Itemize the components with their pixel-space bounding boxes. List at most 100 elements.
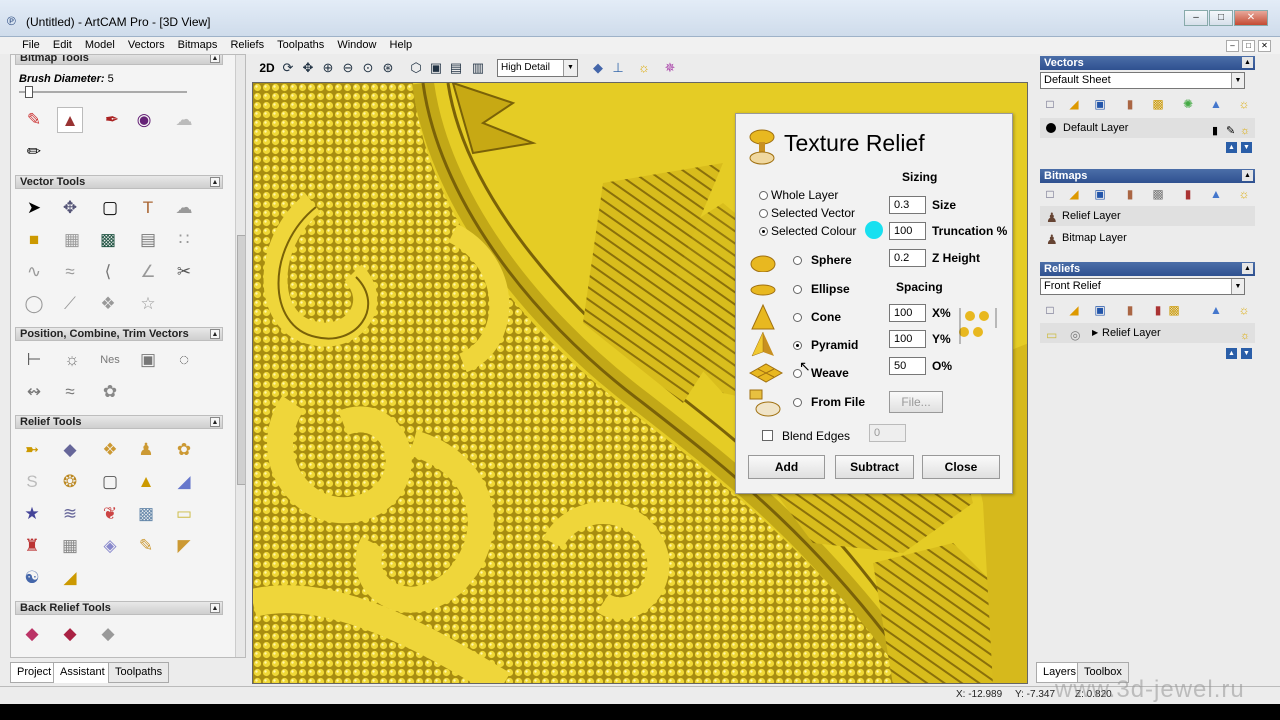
fill-tool-icon[interactable]: ▲ [57,107,83,133]
collapse-icon[interactable]: ▲ [210,55,220,63]
layer-props-icon[interactable]: ▮ [1122,96,1138,112]
weld-icon[interactable]: ◌ [171,347,197,373]
new-relief-icon[interactable]: □ [1042,302,1058,318]
pipette-tool-icon[interactable]: ✒ [99,107,125,133]
menu-vectors[interactable]: Vectors [123,37,170,54]
light-icon[interactable]: ☼ [636,60,652,76]
view-2d-button[interactable]: 2D [258,60,276,76]
bitmap-color-icon[interactable]: ▮ [1180,186,1196,202]
relief-layer-row[interactable]: ▭ ◎ ▶ Relief Layer ☼ [1040,323,1255,343]
align-icon[interactable]: ⊢ [21,347,47,373]
spacing-y-input[interactable]: 100 [889,330,926,348]
delete-icon[interactable]: ▲ [1208,96,1224,112]
lock-icon[interactable]: ▩ [1150,96,1166,112]
relief-props-icon[interactable]: ▮ [1122,302,1138,318]
section-bitmap-tools[interactable]: Bitmap Tools ▲ [15,55,223,65]
iso-view-icon[interactable]: ⬡ [408,60,424,76]
tab-assistant[interactable]: Assistant [53,662,112,683]
file-browse-button[interactable]: File... [889,391,943,413]
paint-tool-icon[interactable]: ✎ [21,107,47,133]
menu-file[interactable]: File [17,37,45,54]
detail-level-select[interactable]: High Detail ▼ [497,59,578,77]
collapse-icon[interactable]: ▲ [1242,263,1253,274]
wave-vector-icon[interactable]: ≈ [57,259,83,285]
tab-project[interactable]: Project [10,662,59,683]
side-view-icon[interactable]: ▤ [448,60,464,76]
collapse-icon[interactable]: ▲ [210,177,220,187]
axes-icon[interactable]: ⊥ [610,60,626,76]
star-relief-icon[interactable]: ★ [19,501,45,527]
radio-pyramid[interactable] [793,341,802,350]
relief-plane-icon[interactable]: ◆ [57,437,83,463]
shape-editor-icon[interactable]: ➼ [19,437,45,463]
angle-vector-icon[interactable]: ∠ [135,259,161,285]
menu-edit[interactable]: Edit [48,37,77,54]
node-edit-icon[interactable]: ∷ [171,227,197,253]
rotate-copy-icon[interactable]: ☼ [59,347,85,373]
maximize-button[interactable]: □ [1209,10,1233,26]
vector-grid-icon[interactable]: ▦ [59,227,85,253]
menu-help[interactable]: Help [385,37,418,54]
close-button[interactable]: Close [922,455,1000,479]
folder-relief-icon[interactable]: ◢ [57,565,83,591]
add-button[interactable]: Add [748,455,825,479]
back-relief-merge-icon[interactable]: ◆ [95,621,121,647]
menu-toolpaths[interactable]: Toolpaths [272,37,329,54]
angle-relief-icon[interactable]: ◤ [171,533,197,559]
fillet-vector-icon[interactable]: ❖ [95,291,121,317]
plate-icon[interactable]: ◈ [97,533,123,559]
move-up-icon[interactable]: ▲ [1226,142,1237,153]
brush-slider-track[interactable] [19,91,187,93]
radio-selected-colour[interactable] [759,227,768,236]
sculpting-icon[interactable]: ▲ [133,469,159,495]
collapse-icon[interactable]: ▲ [1242,57,1253,68]
collapse-icon[interactable]: ▲ [210,603,220,613]
new-layer-icon[interactable]: □ [1042,96,1058,112]
vector-cloud-tool-icon[interactable]: ☁ [171,195,197,221]
star-vector-icon[interactable]: ☆ [135,291,161,317]
visibility-bulb-icon[interactable]: ☼ [1240,121,1250,141]
smooth-relief-icon[interactable]: ◢ [171,469,197,495]
select-tool-icon[interactable]: ➤ [21,195,47,221]
mushroom-icon[interactable]: ♜ [19,533,45,559]
two-rail-sweep-icon[interactable]: ✿ [171,437,197,463]
face-icon[interactable]: S [19,469,45,495]
delete-icon[interactable]: ▲ [1208,302,1224,318]
abc-text-icon[interactable]: ▩ [95,227,121,253]
section-vector-tools[interactable]: Vector Tools ▲ [15,175,223,189]
subtract-button[interactable]: Subtract [835,455,914,479]
bitmap-props-icon[interactable]: ▮ [1122,186,1138,202]
zoom-box-icon[interactable]: ⊙ [360,60,376,76]
spline-icon[interactable]: ∿ [21,259,47,285]
spiral-icon[interactable]: ✿ [97,379,123,405]
bulb-icon[interactable]: ☼ [1236,186,1252,202]
bulb-icon[interactable]: ☼ [1236,302,1252,318]
zoom-fit-icon[interactable]: ⊛ [380,60,396,76]
relief-combine-icon[interactable]: ◎ [1070,325,1080,345]
clipart-icon[interactable]: ▢ [97,469,123,495]
spin-icon[interactable]: ♟ [133,437,159,463]
extrude-icon[interactable]: ❖ [97,437,123,463]
section-relief-tools[interactable]: Relief Tools ▲ [15,415,223,429]
menu-model[interactable]: Model [80,37,120,54]
relief-select[interactable]: Front Relief ▼ [1040,278,1245,295]
feather-icon[interactable]: ❦ [97,501,123,527]
rectangle-tool-icon[interactable]: ▢ [97,195,123,221]
texture-relief-icon[interactable]: ▩ [133,501,159,527]
radio-selected-vector[interactable] [759,209,768,218]
chevron-down-icon[interactable]: ▼ [1231,279,1244,294]
save-icon[interactable]: ▣ [1092,96,1108,112]
menu-bitmaps[interactable]: Bitmaps [173,37,223,54]
save-icon[interactable]: ▣ [1092,302,1108,318]
mdi-close-button[interactable]: ✕ [1258,40,1271,52]
vector-sheet-select[interactable]: Default Sheet ▼ [1040,72,1245,89]
bitmaps-header[interactable]: Bitmaps ▲ [1040,169,1255,183]
pencil-tool-icon[interactable]: ✏ [21,139,47,165]
blend-edges-input[interactable]: 0 [869,424,906,442]
color-icon[interactable]: ✺ [1180,96,1196,112]
close-window-button[interactable]: ✕ [1234,10,1268,26]
relief-lock-icon[interactable]: ▩ [1166,302,1182,318]
cylinder-vector-icon[interactable]: ◯ [21,291,47,317]
lock-icon[interactable]: ▮ [1212,121,1218,141]
material-icon[interactable]: ✵ [662,60,678,76]
